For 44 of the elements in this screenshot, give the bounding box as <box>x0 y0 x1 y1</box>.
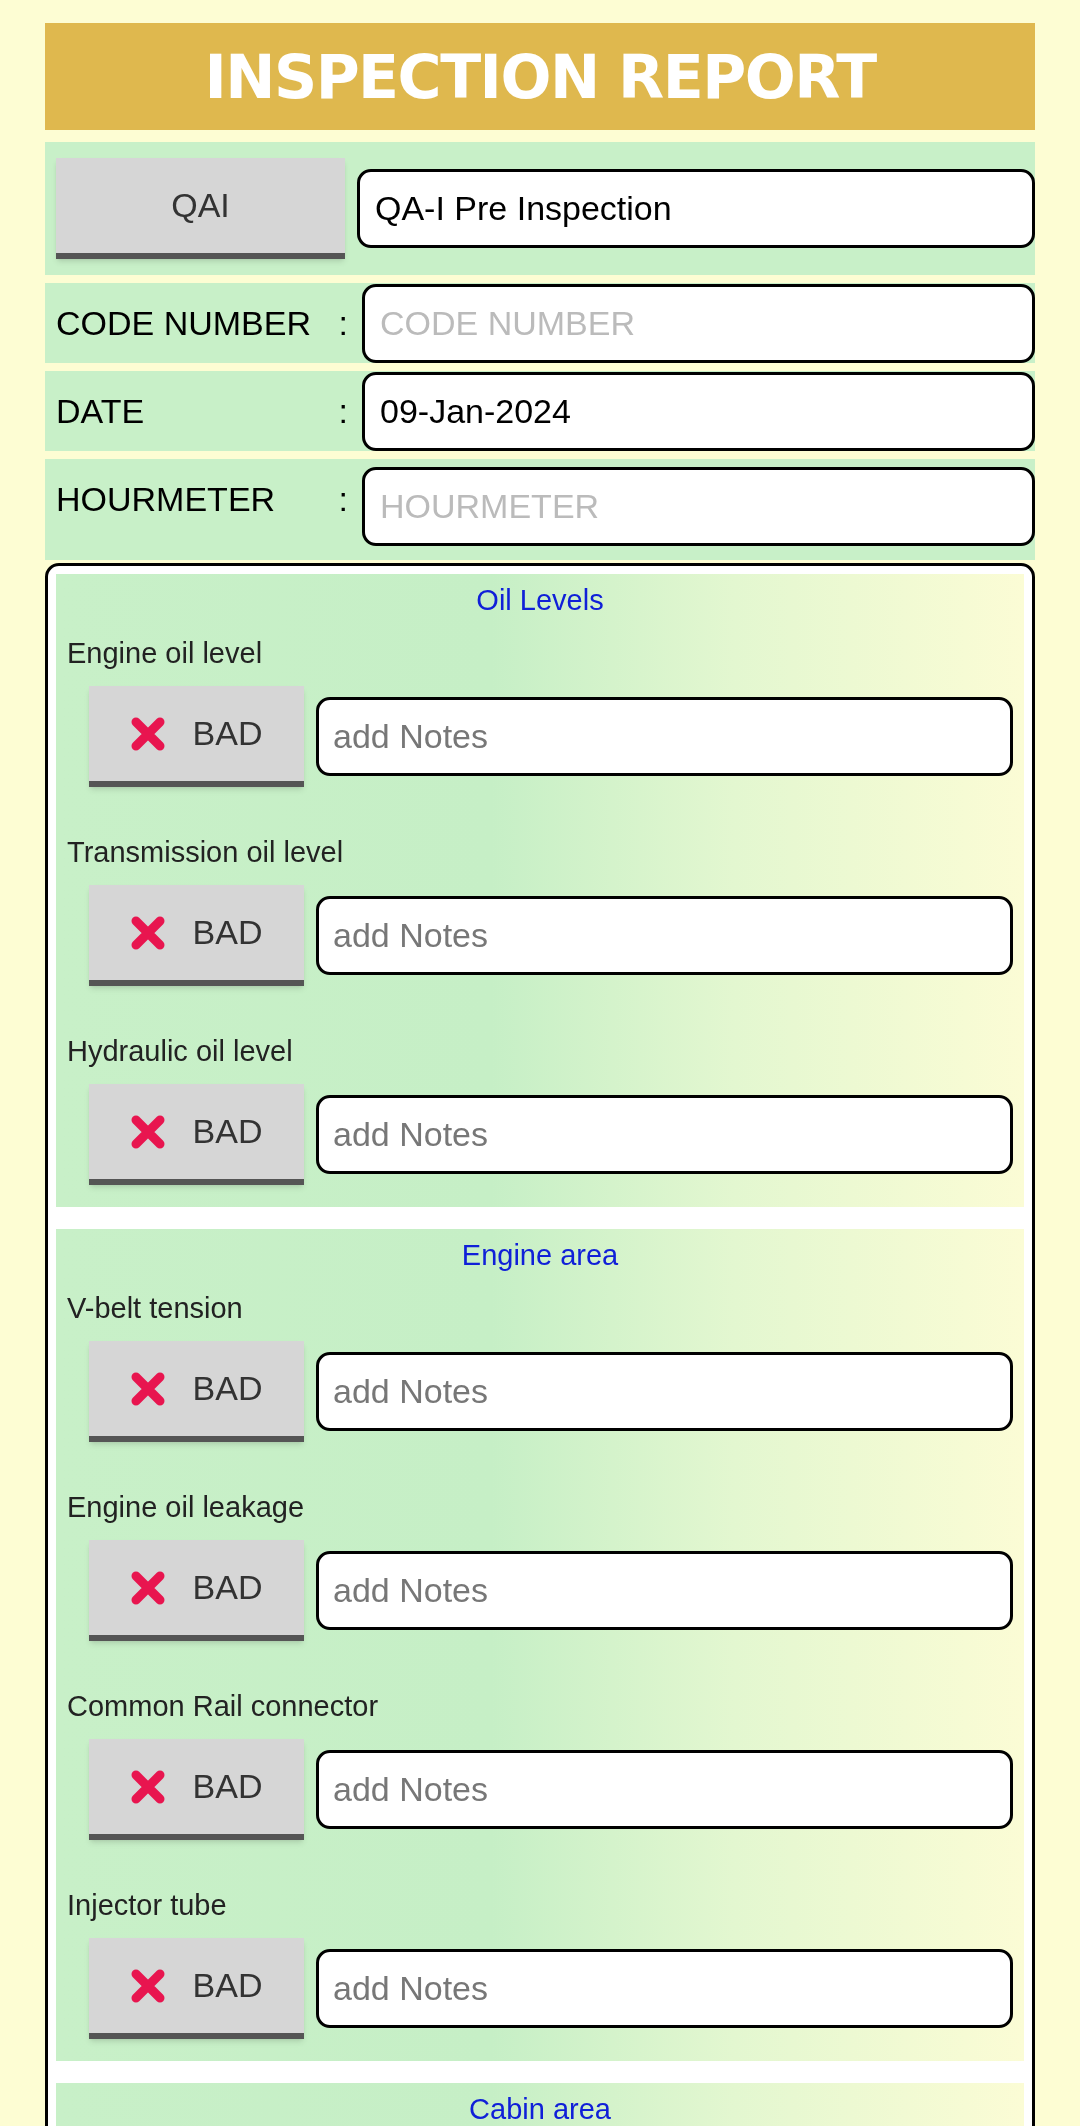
text-field[interactable]: HOURMETER <box>362 467 1035 546</box>
inspection-type-field[interactable]: QA-I Pre Inspection <box>357 169 1035 248</box>
item-label: Engine oil leakage <box>67 1490 304 1525</box>
status-button[interactable]: BAD <box>89 1540 304 1641</box>
notes-field[interactable]: add Notes <box>316 1949 1013 2028</box>
cross-icon <box>130 1371 165 1406</box>
section-title: Oil Levels <box>476 583 604 618</box>
status-button[interactable]: BAD <box>89 1938 304 2039</box>
item-label: Hydraulic oil level <box>67 1034 293 1069</box>
notes-field[interactable]: add Notes <box>316 1750 1013 1829</box>
status-button[interactable]: BAD <box>89 1084 304 1185</box>
item-label: Engine oil level <box>67 636 263 671</box>
notes-field[interactable]: add Notes <box>316 1095 1013 1174</box>
item-label: V-belt tension <box>67 1291 243 1326</box>
colon: : <box>338 478 348 520</box>
status-button[interactable]: BAD <box>89 686 304 787</box>
section-title: Engine area <box>461 1238 619 1273</box>
colon: : <box>338 390 348 432</box>
field-label: HOURMETER <box>56 478 276 520</box>
cross-icon <box>130 1968 165 2003</box>
notes-field[interactable]: add Notes <box>316 697 1013 776</box>
status-button[interactable]: BAD <box>89 885 304 986</box>
field-value: QA-I Pre Inspection <box>375 188 672 229</box>
cross-icon <box>130 1570 165 1605</box>
colon: : <box>338 302 348 344</box>
status-button[interactable]: BAD <box>89 1739 304 1840</box>
item-label: Common Rail connector <box>67 1689 379 1724</box>
text-field[interactable]: CODE NUMBER <box>362 283 1035 363</box>
text-field[interactable]: 09-Jan-2024 <box>362 371 1035 451</box>
notes-field[interactable]: add Notes <box>316 896 1013 975</box>
page-title: INSPECTION REPORT <box>204 40 876 114</box>
notes-field[interactable]: add Notes <box>316 1551 1013 1630</box>
cross-icon <box>130 716 165 751</box>
status-button[interactable]: BAD <box>89 1341 304 1442</box>
section-title: Cabin area <box>469 2092 611 2126</box>
item-label: Transmission oil level <box>67 835 344 870</box>
inspection-type-button[interactable]: QAI <box>56 158 345 259</box>
cross-icon <box>130 915 165 950</box>
field-label: CODE NUMBER <box>56 302 312 344</box>
notes-field[interactable]: add Notes <box>316 1352 1013 1431</box>
field-label: DATE <box>56 390 145 432</box>
cross-icon <box>130 1114 165 1149</box>
cross-icon <box>130 1769 165 1804</box>
item-label: Injector tube <box>67 1888 227 1923</box>
